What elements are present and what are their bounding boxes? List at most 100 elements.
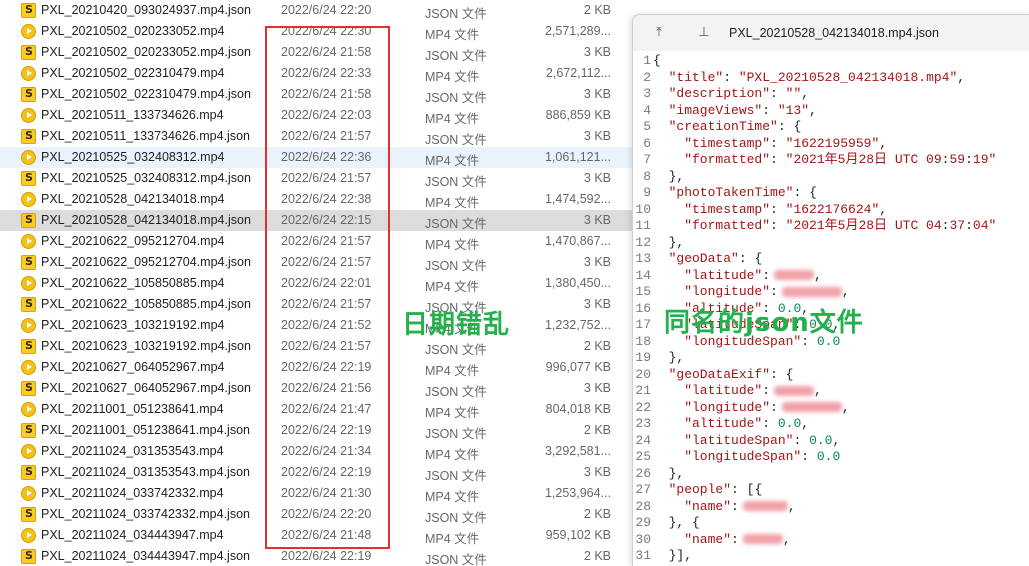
code-text: "geoData": { [653, 251, 763, 266]
mp4-file-icon [21, 528, 36, 543]
json-file-icon [21, 465, 36, 480]
code-line: 2 "title": "PXL_20210528_042134018.mp4", [633, 70, 1029, 87]
line-number: 4 [643, 102, 651, 118]
code-text: "longitude":, [653, 399, 850, 415]
mp4-file-icon [21, 24, 36, 39]
json-file-icon [21, 87, 36, 102]
code-line: 23 "altitude": 0.0, [633, 416, 1029, 433]
file-size: 1,470,867... [544, 234, 611, 248]
code-line: 12 }, [633, 235, 1029, 252]
redacted-value [774, 385, 815, 396]
code-text: "timestamp": "1622176624", [653, 201, 888, 217]
file-type: MP4 文件 [425, 112, 480, 126]
file-type: JSON 文件 [425, 385, 487, 399]
code-line: 28 "name":, [633, 499, 1029, 516]
code-line: 9 "photoTakenTime": { [633, 185, 1029, 202]
file-type: JSON 文件 [425, 259, 487, 273]
file-type: JSON 文件 [425, 343, 487, 357]
file-name: PXL_20210528_042134018.mp4 [41, 192, 225, 206]
mp4-file-icon [21, 66, 36, 81]
file-type: MP4 文件 [425, 406, 480, 420]
file-type: JSON 文件 [425, 133, 487, 147]
file-type: MP4 文件 [425, 364, 480, 378]
file-size: 3 KB [583, 45, 611, 59]
file-row[interactable]: PXL_20210420_093024937.mp4.json 2022/6/24… [0, 0, 632, 21]
file-name: PXL_20210622_105850885.mp4 [41, 276, 225, 290]
code-line: 26 }, [633, 466, 1029, 483]
file-size: 3 KB [583, 171, 611, 185]
code-text: "latitudeSpan": 0.0, [653, 432, 841, 448]
redacted-value [742, 501, 788, 512]
line-number: 1 [643, 53, 651, 68]
line-number: 26 [635, 465, 651, 481]
file-size: 2 KB [583, 423, 611, 437]
file-name: PXL_20211024_033742332.mp4 [41, 486, 224, 500]
file-type: JSON 文件 [425, 553, 487, 566]
line-number: 20 [635, 366, 651, 382]
line-number: 19 [635, 350, 651, 365]
line-number: 21 [635, 383, 651, 398]
pin-window-icon[interactable]: ⊥ [697, 26, 711, 40]
file-name: PXL_20210622_095212704.mp4 [41, 234, 225, 248]
file-name: PXL_20210502_020233052.mp4.json [41, 45, 251, 59]
line-number: 31 [635, 548, 651, 563]
code-text: }, [668, 465, 685, 481]
line-number: 15 [635, 284, 651, 299]
code-line: 5 "creationTime": { [633, 119, 1029, 136]
file-size: 1,061,121... [544, 150, 611, 164]
code-text: "timestamp": "1622195959", [653, 135, 888, 151]
redacted-value [781, 402, 842, 413]
file-name: PXL_20211024_031353543.mp4 [41, 444, 224, 458]
file-name: PXL_20210525_032408312.mp4 [41, 150, 225, 164]
file-type: JSON 文件 [425, 91, 487, 105]
code-text: "name":, [653, 498, 796, 514]
json-file-icon [21, 171, 36, 186]
line-number: 14 [635, 267, 651, 283]
file-name: PXL_20210622_095212704.mp4.json [41, 255, 251, 269]
file-name: PXL_20210627_064052967.mp4.json [41, 381, 251, 395]
code-line: 15 "longitude":, [633, 284, 1029, 301]
line-number: 9 [643, 185, 651, 200]
line-number: 18 [635, 333, 651, 349]
file-size: 959,102 KB [545, 528, 611, 542]
file-size: 3 KB [583, 465, 611, 479]
file-row[interactable]: PXL_20211024_034443947.mp4.json 2022/6/24… [0, 546, 632, 566]
pin-icon[interactable]: ⤒ [652, 26, 666, 40]
code-line: 8 }, [633, 169, 1029, 186]
file-type: JSON 文件 [425, 49, 487, 63]
line-number: 23 [635, 416, 651, 431]
file-name: PXL_20210627_064052967.mp4 [41, 360, 225, 374]
mp4-file-icon [21, 192, 36, 207]
file-size: 1,232,752... [544, 318, 611, 332]
file-name: PXL_20210525_032408312.mp4.json [41, 171, 251, 185]
code-text: "altitude": 0.0, [653, 416, 810, 431]
file-size: 2 KB [583, 3, 611, 17]
line-number: 28 [635, 498, 651, 514]
date-column-highlight-box [265, 26, 390, 549]
file-name: PXL_20210420_093024937.mp4.json [41, 3, 251, 17]
code-line: 30 "name":, [633, 532, 1029, 549]
line-number: 30 [635, 531, 651, 547]
file-size: 1,474,592... [544, 192, 611, 206]
code-text: "people": [{ [653, 482, 763, 497]
line-number: 13 [635, 251, 651, 266]
code-text: "latitude":, [653, 383, 822, 398]
file-size: 1,380,450... [544, 276, 611, 290]
file-size: 3,292,581... [544, 444, 611, 458]
mp4-file-icon [21, 402, 36, 417]
file-type: MP4 文件 [425, 532, 480, 546]
file-type: MP4 文件 [425, 154, 480, 168]
viewer-titlebar[interactable]: ⤒ ⊥ PXL_20210528_042134018.mp4.json [633, 15, 1029, 51]
mp4-file-icon [21, 234, 36, 249]
code-text: }], [668, 548, 693, 563]
file-name: PXL_20211001_051238641.mp4.json [41, 423, 250, 437]
file-size: 886,859 KB [545, 108, 611, 122]
file-size: 3 KB [583, 255, 611, 269]
line-number: 5 [643, 119, 651, 134]
json-file-icon [21, 507, 36, 522]
file-size: 3 KB [583, 129, 611, 143]
file-date: 2022/6/24 22:20 [281, 3, 372, 17]
code-line: 14 "latitude":, [633, 268, 1029, 285]
code-text: }, [668, 234, 685, 250]
mp4-file-icon [21, 486, 36, 501]
